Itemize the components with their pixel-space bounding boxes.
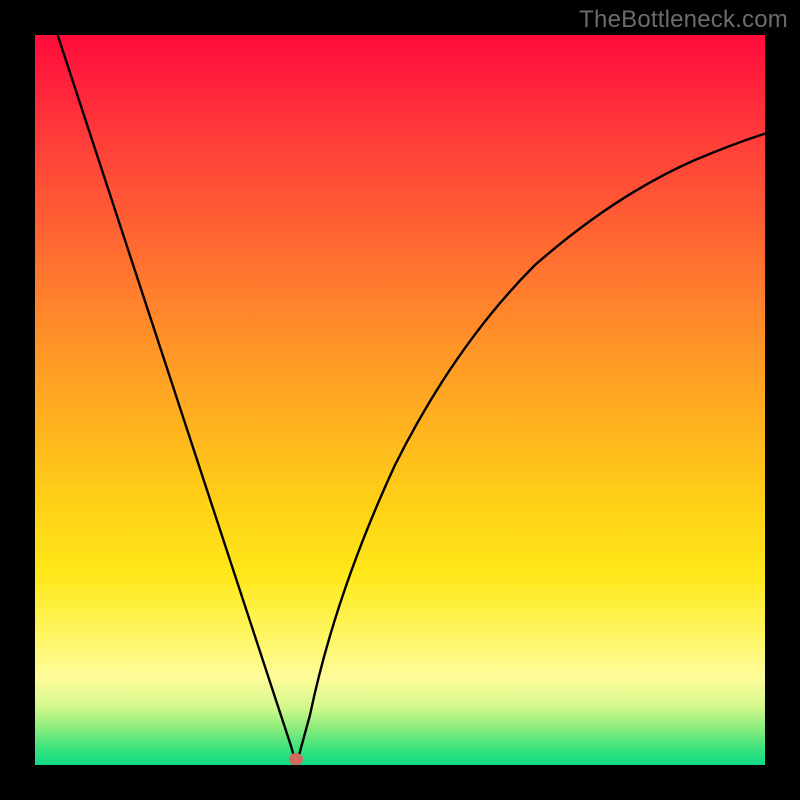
plot-area — [35, 35, 765, 765]
curve-left-branch — [56, 35, 296, 759]
watermark-text: TheBottleneck.com — [579, 6, 788, 34]
minimum-marker — [289, 753, 303, 765]
bottleneck-curve — [35, 35, 765, 765]
curve-right-branch — [296, 132, 765, 759]
chart-frame: TheBottleneck.com — [0, 0, 800, 800]
